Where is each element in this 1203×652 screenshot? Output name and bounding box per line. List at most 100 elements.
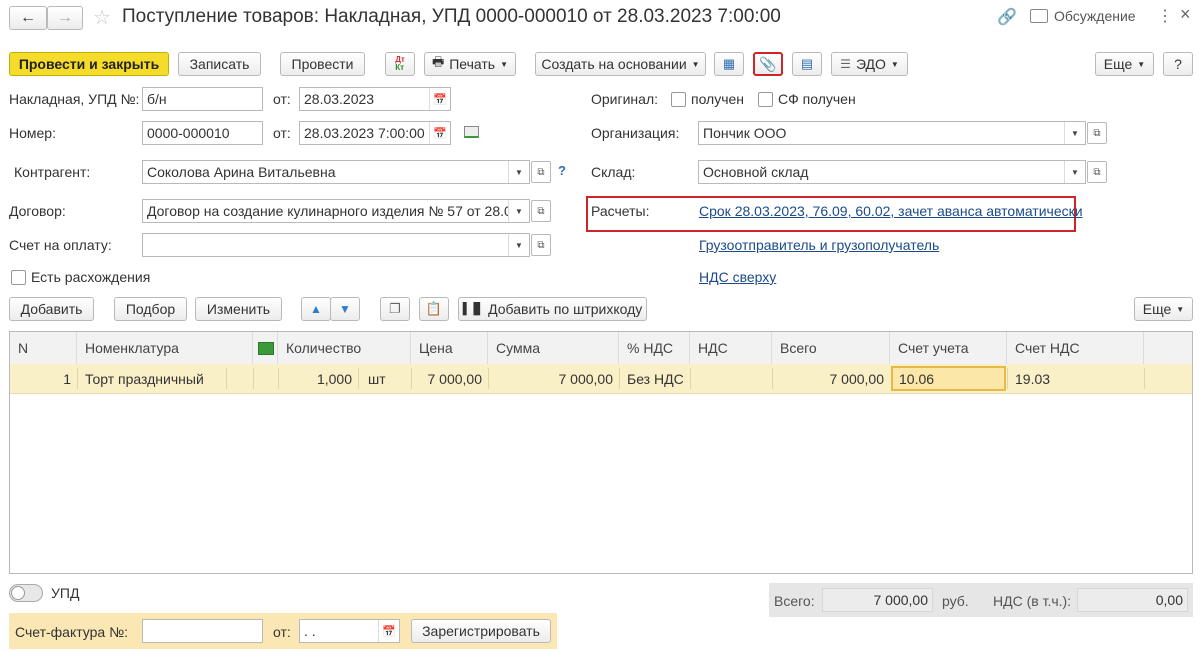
column-header-n[interactable]: N (10, 332, 77, 364)
open-warehouse-button[interactable]: ⧉ (1087, 161, 1107, 183)
move-down-button[interactable]: ▼ (330, 297, 360, 321)
column-divider (619, 368, 620, 389)
contract-label: Договор: (9, 203, 66, 219)
favorite-star-icon[interactable]: ☆ (93, 5, 111, 30)
paste-button[interactable]: 📋 (419, 297, 449, 321)
calendar-icon[interactable]: 📅 (429, 88, 450, 110)
table-more-button[interactable]: Еще ▼ (1134, 297, 1193, 321)
calendar-icon[interactable]: 📅 (378, 620, 399, 642)
currency-label: руб. (942, 593, 969, 609)
upd-toggle[interactable] (9, 584, 43, 602)
payment-account-field[interactable]: ▼ (142, 233, 530, 257)
organization-field[interactable]: Пончик ООО ▼ (698, 121, 1086, 145)
cell-vat-rate[interactable]: Без НДС (621, 364, 690, 393)
print-button[interactable]: 🖶 Печать ▼ (424, 52, 516, 76)
attach-files-button[interactable]: 📎 (753, 52, 783, 76)
create-based-on-button[interactable]: Создать на основании ▼ (535, 52, 706, 76)
help-button[interactable]: ? (1163, 52, 1193, 76)
pick-button[interactable]: Подбор (114, 297, 187, 321)
number-from-label: от: (273, 125, 291, 141)
vat-on-top-link[interactable]: НДС сверху (699, 269, 776, 285)
sf-received-checkbox[interactable] (758, 92, 773, 107)
warehouse-label: Склад: (591, 164, 636, 180)
cell-total[interactable]: 7 000,00 (772, 364, 890, 393)
chevron-down-icon[interactable]: ▼ (1064, 161, 1085, 183)
open-organization-button[interactable]: ⧉ (1087, 122, 1107, 144)
calendar-icon[interactable]: 📅 (429, 122, 450, 144)
column-header-barcode-icon[interactable] (253, 332, 278, 364)
cell-n[interactable]: 1 (10, 364, 77, 393)
chevron-down-icon: ▼ (890, 59, 899, 69)
payment-account-label: Счет на оплату: (9, 237, 112, 253)
column-header-vat-account[interactable]: Счет НДС (1007, 332, 1144, 364)
move-up-button[interactable]: ▲ (301, 297, 331, 321)
chevron-down-icon[interactable]: ▼ (508, 234, 529, 256)
column-header-total[interactable]: Всего (772, 332, 890, 364)
help-question-icon[interactable]: ? (558, 163, 566, 178)
chevron-down-icon[interactable]: ▼ (1064, 122, 1085, 144)
invoice-factura-field[interactable] (142, 619, 263, 643)
post-and-close-button[interactable]: Провести и закрыть (9, 52, 169, 76)
discussion-icon[interactable] (1030, 9, 1048, 23)
back-button[interactable]: ← (9, 6, 47, 30)
invoice-date-value: 28.03.2023 (304, 91, 375, 107)
column-header-price[interactable]: Цена (411, 332, 488, 364)
column-header-quantity[interactable]: Количество (278, 332, 411, 364)
goods-table: N Номенклатура Количество Цена Сумма % Н… (9, 331, 1193, 574)
number-field[interactable]: 0000-000010 (142, 121, 263, 145)
cell-unit[interactable]: шт (362, 364, 411, 393)
save-button[interactable]: Записать (178, 52, 261, 76)
contract-field[interactable]: Договор на создание кулинарного изделия … (142, 199, 530, 223)
copy-button[interactable]: ❐ (380, 297, 410, 321)
column-divider (226, 368, 227, 389)
warehouse-field[interactable]: Основной склад ▼ (698, 160, 1086, 184)
chevron-down-icon[interactable]: ▼ (508, 161, 529, 183)
structure-button[interactable]: ▦ (714, 52, 744, 76)
cell-account[interactable]: 10.06 (891, 366, 1006, 391)
edo-button[interactable]: ☰ ЭДО ▼ (831, 52, 908, 76)
discussion-link[interactable]: Обсуждение (1054, 8, 1136, 24)
post-button[interactable]: Провести (280, 52, 365, 76)
column-header-account[interactable]: Счет учета (890, 332, 1007, 364)
discrepancy-label: Есть расхождения (31, 269, 151, 285)
table-header: N Номенклатура Количество Цена Сумма % Н… (10, 332, 1192, 365)
column-header-vat[interactable]: НДС (690, 332, 772, 364)
column-header-vat-rate[interactable]: % НДС (619, 332, 690, 364)
column-header-nomenclature[interactable]: Номенклатура (77, 332, 253, 364)
cell-sum[interactable]: 7 000,00 (488, 364, 619, 393)
cell-vat-account[interactable]: 19.03 (1009, 364, 1139, 393)
received-checkbox[interactable] (671, 92, 686, 107)
report-button[interactable]: ▤ (792, 52, 822, 76)
counterparty-field[interactable]: Соколова Арина Витальевна ▼ (142, 160, 530, 184)
discrepancy-checkbox[interactable] (11, 270, 26, 285)
column-header-sum[interactable]: Сумма (488, 332, 619, 364)
more-button[interactable]: Еще ▼ (1095, 52, 1154, 76)
invoice-factura-date-field[interactable]: . . 📅 (299, 619, 400, 643)
open-contract-button[interactable]: ⧉ (531, 200, 551, 222)
cell-quantity[interactable]: 1,000 (278, 364, 358, 393)
chevron-down-icon[interactable]: ▼ (508, 200, 529, 222)
dtkt-icon: Дт Кт (395, 55, 405, 72)
shipper-consignee-link[interactable]: Грузоотправитель и грузополучатель (699, 237, 939, 253)
cell-price[interactable]: 7 000,00 (411, 364, 488, 393)
cell-vat[interactable] (690, 364, 772, 393)
add-button[interactable]: Добавить (9, 297, 94, 321)
close-icon[interactable]: × (1180, 4, 1191, 25)
link-icon[interactable]: 🔗 (997, 7, 1017, 27)
table-row[interactable]: 1 Торт праздничный 1,000 шт 7 000,00 7 0… (10, 364, 1192, 394)
settlements-link[interactable]: Срок 28.03.2023, 76.09, 60.02, зачет ава… (699, 203, 1083, 219)
number-datetime-field[interactable]: 28.03.2023 7:00:00 📅 (299, 121, 451, 145)
dtkt-button[interactable]: Дт Кт (385, 52, 415, 76)
change-button[interactable]: Изменить (195, 297, 282, 321)
more-menu-icon[interactable]: ⋮ (1157, 6, 1173, 26)
invoice-number-label: Накладная, УПД №: (9, 91, 140, 107)
invoice-number-field[interactable]: б/н (142, 87, 263, 111)
open-counterparty-button[interactable]: ⧉ (531, 161, 551, 183)
add-by-barcode-button[interactable]: ▌▐▌ Добавить по штрихкоду (458, 297, 647, 321)
invoice-date-field[interactable]: 28.03.2023 📅 (299, 87, 451, 111)
open-payment-account-button[interactable]: ⧉ (531, 234, 551, 256)
vat-amount: 0,00 (1155, 592, 1183, 608)
register-button[interactable]: Зарегистрировать (411, 619, 551, 643)
cell-nomenclature[interactable]: Торт праздничный (79, 364, 229, 393)
forward-button[interactable]: → (47, 6, 83, 30)
